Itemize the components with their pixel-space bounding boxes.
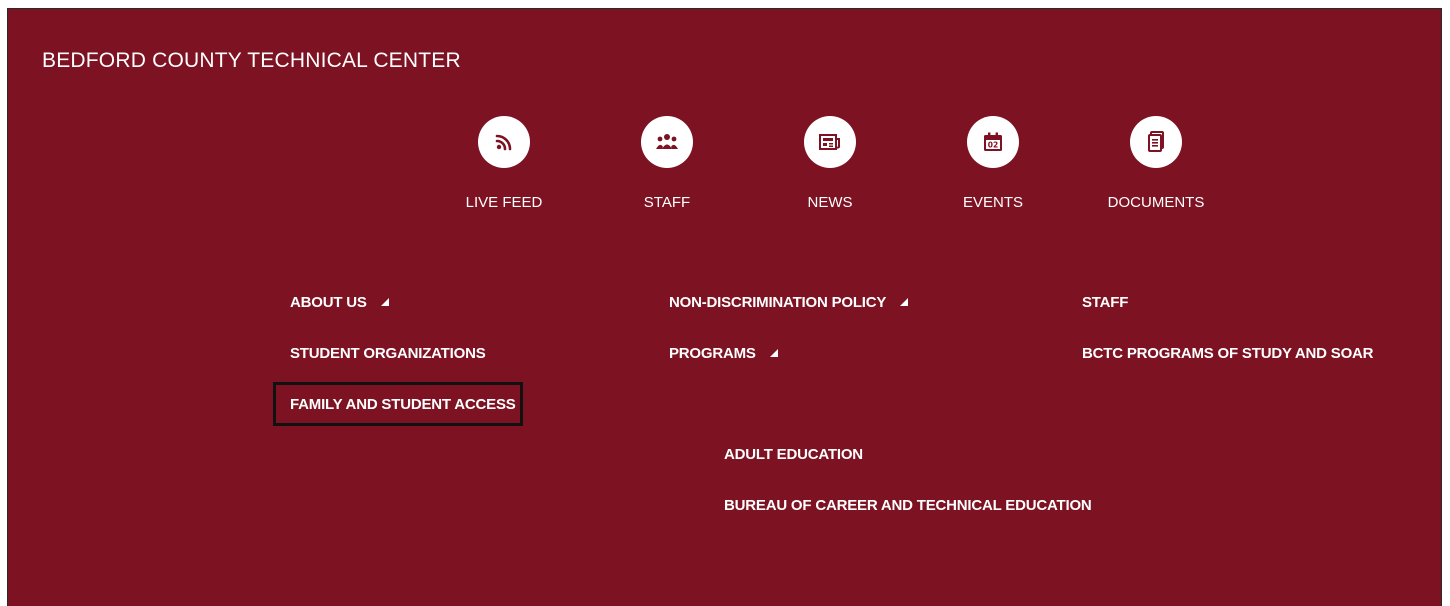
- quick-link-events[interactable]: 02 EVENTS: [923, 116, 1063, 211]
- nav-item-programs[interactable]: PROGRAMS: [669, 345, 778, 362]
- nav-item-label: BUREAU OF CAREER AND TECHNICAL EDUCATION: [724, 497, 1092, 514]
- nav-item-label: STAFF: [1082, 294, 1129, 311]
- nav-item-staff[interactable]: STAFF: [1082, 294, 1128, 311]
- nav-item-non-discrimination-policy[interactable]: NON-DISCRIMINATION POLICY: [669, 294, 909, 311]
- site-menu-panel: BEDFORD COUNTY TECHNICAL CENTER LIVE FEE…: [7, 8, 1442, 606]
- quick-link-live-feed[interactable]: LIVE FEED: [434, 116, 574, 211]
- newspaper-icon: [804, 116, 856, 168]
- document-icon: [1130, 116, 1182, 168]
- nav-item-label: ABOUT US: [290, 294, 367, 311]
- site-title[interactable]: BEDFORD COUNTY TECHNICAL CENTER: [42, 49, 461, 73]
- nav-item-bctc-programs-of-study-and-soar[interactable]: BCTC PROGRAMS OF STUDY AND SOAR: [1082, 345, 1374, 362]
- quick-link-label: STAFF: [643, 194, 691, 211]
- rss-icon: [478, 116, 530, 168]
- nav-item-label: PROGRAMS: [669, 345, 756, 362]
- calendar-day-text: 02: [988, 141, 998, 150]
- quick-link-label: NEWS: [807, 194, 853, 211]
- quick-link-label: LIVE FEED: [465, 194, 543, 211]
- nav-item-label: STUDENT ORGANIZATIONS: [290, 345, 486, 362]
- nav-item-label: NON-DISCRIMINATION POLICY: [669, 294, 887, 311]
- quick-link-label: EVENTS: [962, 194, 1023, 211]
- quick-link-label: DOCUMENTS: [1107, 194, 1205, 211]
- nav-item-bureau-of-career-and-technical-education[interactable]: BUREAU OF CAREER AND TECHNICAL EDUCATION: [724, 497, 1092, 514]
- nav-item-adult-education[interactable]: ADULT EDUCATION: [724, 446, 863, 463]
- submenu-caret-icon[interactable]: [380, 298, 389, 307]
- nav-item-label: FAMILY AND STUDENT ACCESS: [290, 396, 516, 413]
- nav-item-student-organizations[interactable]: STUDENT ORGANIZATIONS: [290, 345, 486, 362]
- submenu-caret-icon[interactable]: [900, 298, 909, 307]
- nav-item-family-and-student-access[interactable]: FAMILY AND STUDENT ACCESS: [290, 396, 516, 413]
- people-icon: [641, 116, 693, 168]
- quick-link-news[interactable]: NEWS: [760, 116, 900, 211]
- quick-link-documents[interactable]: DOCUMENTS: [1086, 116, 1226, 211]
- quick-link-staff[interactable]: STAFF: [597, 116, 737, 211]
- nav-item-about-us[interactable]: ABOUT US: [290, 294, 389, 311]
- submenu-caret-icon[interactable]: [769, 349, 778, 358]
- nav-item-label: ADULT EDUCATION: [724, 446, 863, 463]
- nav-item-label: BCTC PROGRAMS OF STUDY AND SOAR: [1082, 345, 1374, 362]
- calendar-icon: 02: [967, 116, 1019, 168]
